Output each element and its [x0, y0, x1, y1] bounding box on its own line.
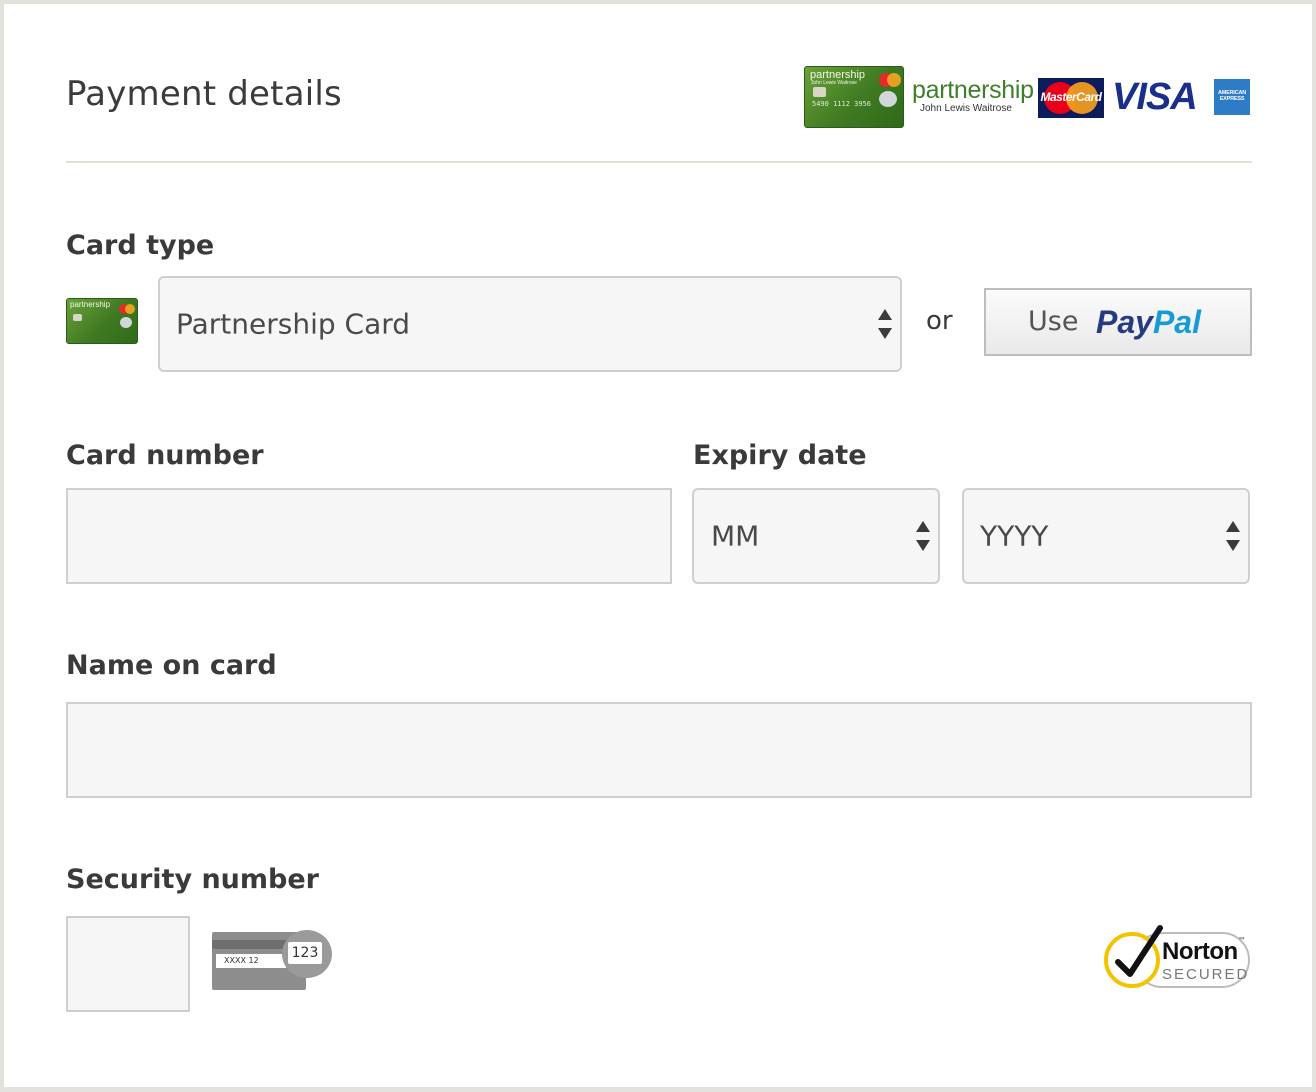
- partnership-logo-sub: John Lewis Waitrose: [920, 103, 1012, 114]
- cvv-code-box: 123: [288, 942, 322, 964]
- paypal-use-text: Use: [1028, 306, 1079, 337]
- norton-tm: ™: [1238, 936, 1246, 945]
- selected-card-icon: partnership: [66, 298, 138, 344]
- paypal-logo: PayPal: [1096, 304, 1201, 341]
- card-brand-sub: John Lewis Waitrose: [811, 80, 857, 86]
- cvv-magnifier-icon: 123: [282, 930, 332, 978]
- partnership-logo: partnership John Lewis Waitrose: [912, 76, 1034, 118]
- year-select-arrows-icon: [1226, 521, 1240, 551]
- card-number-label: Card number: [66, 440, 264, 471]
- paypal-logo-pay: Pay: [1096, 304, 1153, 340]
- security-number-label: Security number: [66, 864, 319, 895]
- expiry-month-placeholder: MM: [711, 519, 760, 553]
- security-number-input[interactable]: [66, 916, 190, 1012]
- card-number-text: 5490 1112 3956: [812, 100, 872, 108]
- card-chip-icon: [813, 87, 826, 97]
- mastercard-text: MasterCard: [1040, 90, 1102, 104]
- hologram-icon: [879, 91, 897, 107]
- card-type-selected-value: Partnership Card: [176, 307, 411, 341]
- page-title: Payment details: [66, 74, 342, 114]
- partnership-card-image: partnership John Lewis Waitrose 5490 111…: [804, 66, 904, 128]
- amex-logo: AMERICAN EXPRESS: [1214, 79, 1250, 115]
- or-separator: or: [926, 306, 953, 336]
- card-brand-text-small: partnership: [70, 300, 111, 309]
- expiry-year-placeholder: YYYY: [980, 519, 1049, 553]
- expiry-year-select[interactable]: YYYY: [962, 488, 1250, 584]
- card-type-label: Card type: [66, 230, 215, 261]
- use-paypal-button[interactable]: Use PayPal: [984, 288, 1252, 356]
- month-select-arrows-icon: [916, 521, 930, 551]
- norton-secured-badge: Norton ™ SECURED: [1102, 920, 1254, 992]
- name-on-card-input[interactable]: [66, 702, 1252, 798]
- partnership-logo-main: partnership: [912, 76, 1034, 104]
- mastercard-circle-orange: [887, 73, 901, 87]
- expiry-month-select[interactable]: MM: [692, 488, 940, 584]
- visa-logo: VISA: [1112, 76, 1198, 118]
- amex-line2: EXPRESS: [1219, 96, 1245, 102]
- hologram-small-icon: [120, 317, 132, 328]
- expiry-date-label: Expiry date: [693, 440, 867, 471]
- card-type-select[interactable]: Partnership Card: [158, 276, 902, 372]
- card-chip-small-icon: [73, 314, 82, 321]
- paypal-logo-pal: Pal: [1152, 304, 1201, 340]
- card-number-input[interactable]: [66, 488, 672, 584]
- cvv-hint-image: XXXX 12 123: [212, 928, 336, 992]
- norton-brand-text: Norton: [1162, 938, 1238, 965]
- header-divider: [66, 161, 1252, 163]
- norton-secured-text: SECURED: [1162, 966, 1250, 983]
- norton-checkmark-icon: [1115, 925, 1163, 977]
- cvv-masked-digits: XXXX 12: [224, 956, 259, 965]
- name-on-card-label: Name on card: [66, 650, 277, 681]
- select-arrows-icon: [878, 309, 892, 339]
- mastercard-logo: MasterCard: [1038, 78, 1104, 118]
- payment-panel: Payment details partnership John Lewis W…: [4, 4, 1312, 1087]
- mastercard-circle-orange-small: [125, 304, 135, 314]
